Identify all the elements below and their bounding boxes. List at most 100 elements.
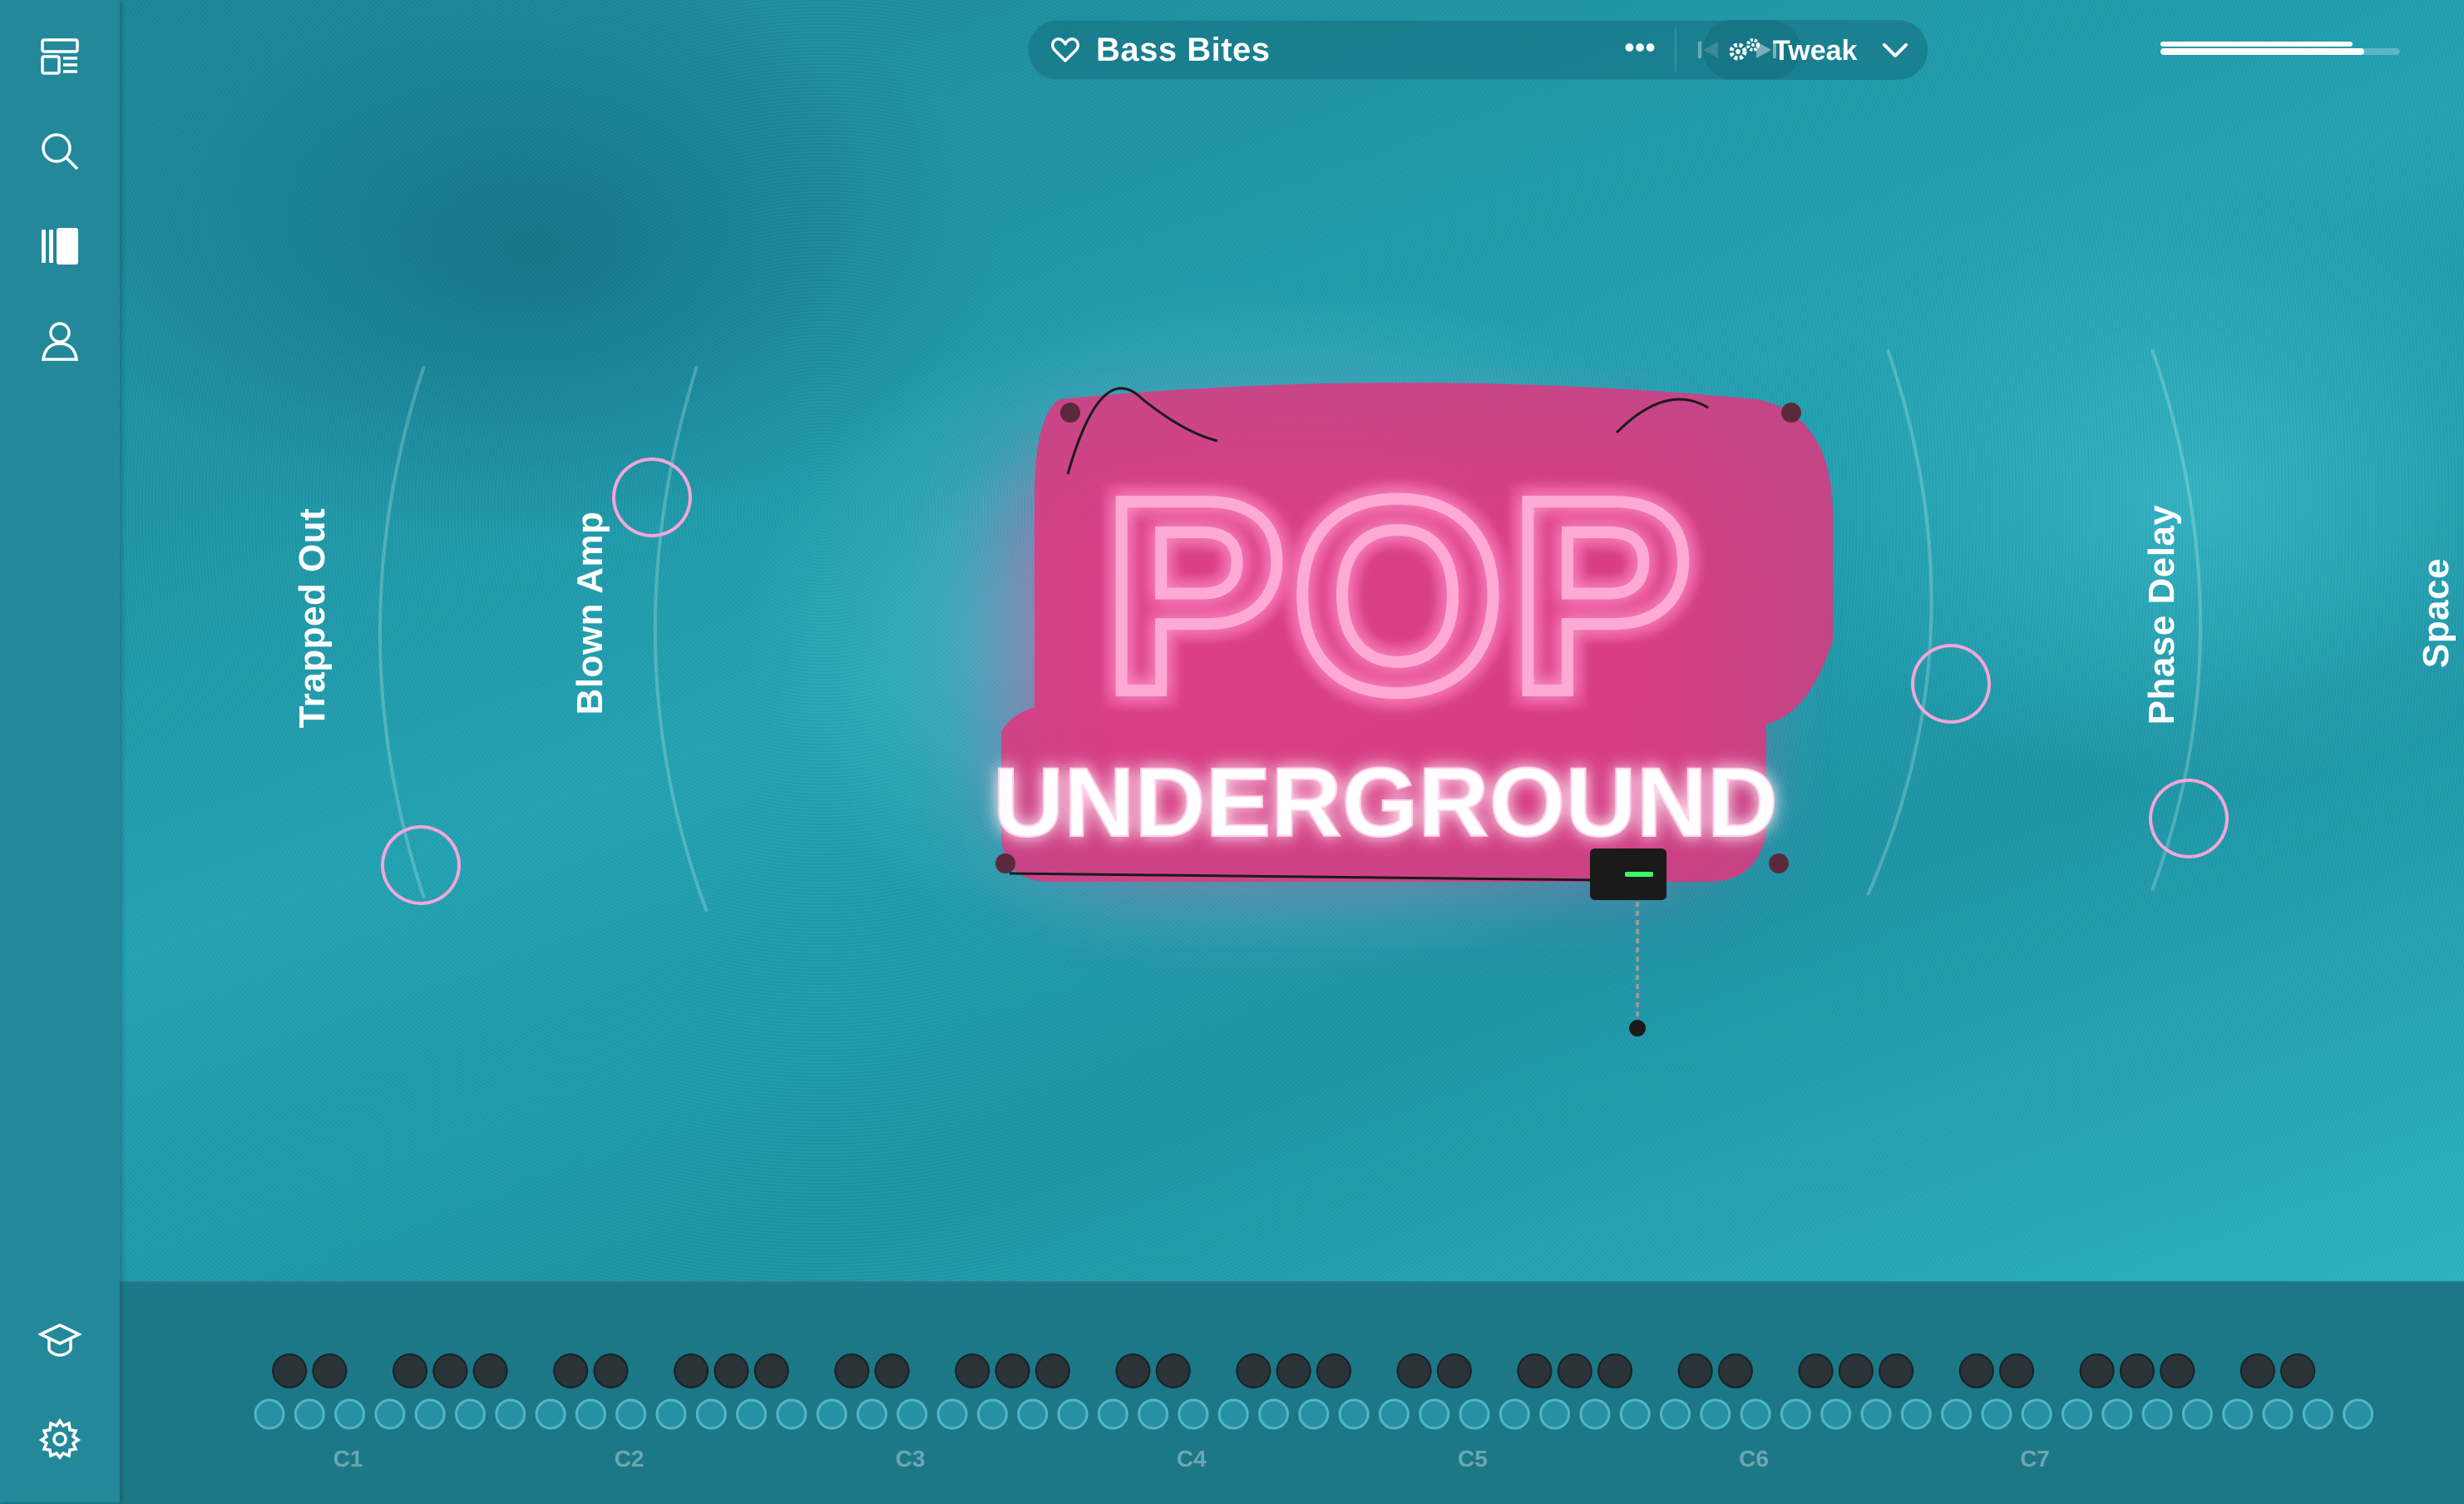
white-key[interactable] [776, 1398, 807, 1430]
black-key[interactable] [472, 1353, 508, 1388]
black-key[interactable] [2079, 1353, 2115, 1388]
black-key[interactable] [2160, 1353, 2195, 1388]
more-options-button[interactable]: ••• [1620, 32, 1660, 65]
white-key[interactable] [2302, 1398, 2333, 1430]
black-key[interactable] [393, 1353, 428, 1388]
white-key[interactable] [2343, 1398, 2374, 1430]
black-key[interactable] [1396, 1353, 1432, 1388]
white-key[interactable] [655, 1398, 687, 1430]
layout-icon[interactable] [37, 33, 83, 80]
white-key[interactable] [1378, 1398, 1410, 1430]
white-key[interactable] [2181, 1398, 2213, 1430]
white-key[interactable] [414, 1398, 446, 1430]
black-key[interactable] [432, 1353, 468, 1388]
black-key[interactable] [1034, 1353, 1070, 1388]
learn-icon[interactable] [37, 1316, 83, 1363]
white-key[interactable] [1539, 1398, 1571, 1430]
white-key[interactable] [1740, 1398, 1771, 1430]
white-key[interactable] [1820, 1398, 1852, 1430]
white-key[interactable] [1138, 1398, 1169, 1430]
white-key[interactable] [2101, 1398, 2133, 1430]
white-key[interactable] [736, 1398, 768, 1430]
black-key[interactable] [874, 1353, 910, 1388]
black-key[interactable] [834, 1353, 870, 1388]
white-key[interactable] [374, 1398, 406, 1430]
black-key[interactable] [753, 1353, 789, 1388]
black-key[interactable] [1155, 1353, 1191, 1388]
white-key[interactable] [857, 1398, 887, 1430]
white-key[interactable] [1459, 1398, 1490, 1430]
black-key[interactable] [1677, 1353, 1713, 1388]
user-icon[interactable] [37, 318, 83, 364]
black-key[interactable] [1879, 1353, 1914, 1388]
white-key[interactable] [1660, 1398, 1691, 1430]
white-key[interactable] [495, 1398, 526, 1430]
black-key[interactable] [593, 1353, 629, 1388]
white-key[interactable] [2141, 1398, 2173, 1430]
white-key[interactable] [1900, 1398, 1932, 1430]
white-key[interactable] [1338, 1398, 1370, 1430]
white-key[interactable] [2262, 1398, 2294, 1430]
white-key[interactable] [1057, 1398, 1089, 1430]
white-key[interactable] [535, 1398, 566, 1430]
knob-space[interactable] [2149, 779, 2229, 858]
white-key[interactable] [936, 1398, 968, 1430]
black-key[interactable] [272, 1353, 308, 1388]
black-key[interactable] [1436, 1353, 1472, 1388]
white-key[interactable] [1780, 1398, 1811, 1430]
black-key[interactable] [1798, 1353, 1834, 1388]
preset-name[interactable]: Bass Bites [1096, 33, 1271, 67]
white-key[interactable] [976, 1398, 1008, 1430]
white-key[interactable] [1941, 1398, 1973, 1430]
knob-trapped-out[interactable] [381, 825, 461, 905]
white-key[interactable] [2062, 1398, 2092, 1430]
white-key[interactable] [896, 1398, 928, 1430]
white-key[interactable] [1499, 1398, 1530, 1430]
black-key[interactable] [1597, 1353, 1633, 1388]
black-key[interactable] [553, 1353, 589, 1388]
black-key[interactable] [1999, 1353, 2035, 1388]
white-key[interactable] [1017, 1398, 1049, 1430]
white-key[interactable] [1419, 1398, 1450, 1430]
white-key[interactable] [334, 1398, 366, 1430]
search-icon[interactable] [37, 128, 83, 175]
white-key[interactable] [615, 1398, 647, 1430]
white-key[interactable] [1860, 1398, 1892, 1430]
black-key[interactable] [1316, 1353, 1351, 1388]
white-key[interactable] [695, 1398, 727, 1430]
white-key[interactable] [1579, 1398, 1611, 1430]
library-icon[interactable] [37, 223, 83, 270]
black-key[interactable] [995, 1353, 1030, 1388]
white-key[interactable] [1178, 1398, 1209, 1430]
white-key[interactable] [575, 1398, 606, 1430]
black-key[interactable] [714, 1353, 749, 1388]
black-key[interactable] [312, 1353, 348, 1388]
knob-blown-amp[interactable] [612, 458, 692, 537]
white-key[interactable] [1258, 1398, 1289, 1430]
white-key[interactable] [294, 1398, 325, 1430]
black-key[interactable] [2119, 1353, 2155, 1388]
black-key[interactable] [1717, 1353, 1753, 1388]
black-key[interactable] [2239, 1353, 2275, 1388]
white-key[interactable] [254, 1398, 285, 1430]
white-key[interactable] [1700, 1398, 1731, 1430]
black-key[interactable] [1958, 1353, 1994, 1388]
white-key[interactable] [1217, 1398, 1249, 1430]
tweak-button[interactable]: Tweak [1703, 20, 1928, 80]
black-key[interactable] [1838, 1353, 1874, 1388]
knob-phase-delay[interactable] [1911, 644, 1991, 724]
white-key[interactable] [2021, 1398, 2052, 1430]
white-key[interactable] [1619, 1398, 1651, 1430]
white-key[interactable] [1298, 1398, 1330, 1430]
black-key[interactable] [674, 1353, 709, 1388]
black-key[interactable] [1115, 1353, 1151, 1388]
heart-icon[interactable] [1051, 37, 1079, 63]
white-key[interactable] [1981, 1398, 2012, 1430]
black-key[interactable] [1236, 1353, 1272, 1388]
white-key[interactable] [2222, 1398, 2254, 1430]
black-key[interactable] [1276, 1353, 1311, 1388]
white-key[interactable] [455, 1398, 486, 1430]
white-key[interactable] [816, 1398, 847, 1430]
black-key[interactable] [2280, 1353, 2316, 1388]
white-key[interactable] [1097, 1398, 1128, 1430]
